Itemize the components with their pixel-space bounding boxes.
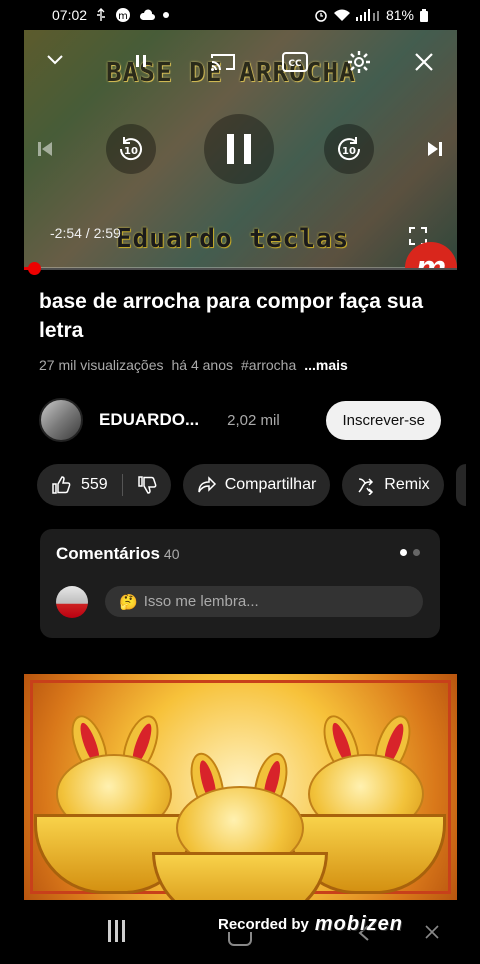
autoplay-toggle[interactable] <box>128 50 154 72</box>
close-icon <box>415 53 433 71</box>
play-pause-button[interactable] <box>204 114 274 184</box>
replay-10-icon: 10 <box>119 137 142 161</box>
ad-banner[interactable] <box>24 674 457 900</box>
alarm-icon <box>314 8 328 22</box>
time-readout: -2:54 / 2:59 <box>50 225 121 241</box>
svg-text:CC: CC <box>288 59 302 69</box>
wifi-icon <box>333 9 350 22</box>
pause-small-icon <box>136 55 146 67</box>
subscribe-button[interactable]: Inscrever-se <box>326 400 441 440</box>
closed-captions-icon: CC <box>282 52 308 72</box>
svg-text:m: m <box>118 11 128 22</box>
thumbs-down-icon <box>137 476 157 494</box>
notification-dot-icon <box>163 12 170 18</box>
action-bar: 559 Compartilhar Remix <box>37 464 466 506</box>
chevron-down-icon <box>47 55 63 65</box>
thinking-emoji-icon: 🤔 <box>119 593 138 611</box>
recording-watermark: Recorded by mobizen <box>218 913 403 936</box>
comments-pager <box>400 549 420 556</box>
share-label: Compartilhar <box>224 476 317 493</box>
hide-keyboard-button[interactable] <box>424 924 440 945</box>
mobizen-status-icon: m <box>115 7 131 23</box>
remix-label: Remix <box>384 476 430 493</box>
pause-icon <box>227 134 251 164</box>
svg-text:10: 10 <box>342 146 356 157</box>
battery-icon <box>420 8 428 22</box>
svg-text:10: 10 <box>124 146 138 157</box>
close-button[interactable] <box>410 50 438 74</box>
skip-next-icon <box>428 142 442 156</box>
user-avatar <box>56 586 88 618</box>
comments-title: Comentários <box>56 544 160 563</box>
channel-avatar[interactable] <box>39 398 83 442</box>
remix-icon <box>358 478 374 495</box>
chip-divider <box>121 474 123 496</box>
mobizen-logo: mobizen <box>314 913 403 935</box>
like-count: 559 <box>81 476 108 493</box>
status-time: 07:02 <box>52 7 88 23</box>
cast-icon <box>211 54 235 71</box>
usb-icon <box>95 8 107 22</box>
share-icon <box>197 476 216 493</box>
comments-count: 40 <box>163 546 180 562</box>
x-mark-icon <box>425 925 439 939</box>
captions-button[interactable]: CC <box>280 50 310 74</box>
share-button[interactable]: Compartilhar <box>182 464 331 506</box>
recorded-by-label: Recorded by <box>218 916 309 933</box>
cast-button[interactable] <box>208 50 238 74</box>
settings-button[interactable] <box>344 48 374 76</box>
comments-card[interactable]: Comentários 40 🤔 Isso me lembra... <box>40 529 440 638</box>
hashtag-link[interactable]: #arrocha <box>241 357 296 373</box>
status-bar: 07:02 m 81% <box>0 0 480 30</box>
pager-dot-active <box>400 549 407 556</box>
video-overlay-author: Eduardo teclas <box>116 224 350 254</box>
progress-bar[interactable] <box>24 267 457 270</box>
upload-age: há 4 anos <box>171 357 234 373</box>
video-player[interactable]: BASE DE ARROCHA Eduardo teclas CC 10 10 … <box>24 30 457 268</box>
forward-10-icon: 10 <box>338 137 361 161</box>
thumbs-up-icon <box>52 476 71 494</box>
progress-scrubber[interactable] <box>28 262 41 275</box>
rewind-10-button[interactable]: 10 <box>106 124 156 174</box>
like-button[interactable]: 559 <box>51 475 108 495</box>
view-count: 27 mil visualizações <box>39 357 164 373</box>
dislike-button[interactable] <box>137 475 157 495</box>
forward-10-button[interactable]: 10 <box>324 124 374 174</box>
remix-button[interactable]: Remix <box>342 464 444 506</box>
minimize-button[interactable] <box>42 50 68 70</box>
video-meta[interactable]: 27 mil visualizações há 4 anos #arrocha … <box>39 357 348 373</box>
comments-heading: Comentários 40 <box>56 544 180 564</box>
pager-dot <box>413 549 420 556</box>
channel-row[interactable]: EDUARDO... 2,02 mil Inscrever-se <box>39 398 441 442</box>
gear-icon <box>348 51 370 73</box>
cloud-icon <box>139 9 156 21</box>
more-actions-chip[interactable] <box>455 464 466 506</box>
subscriber-count: 2,02 mil <box>227 411 280 429</box>
mobizen-badge-letter: m <box>415 248 447 269</box>
previous-button[interactable] <box>30 134 60 164</box>
like-dislike-chip: 559 <box>37 464 171 506</box>
system-navigation-bar: Recorded by mobizen <box>0 900 480 964</box>
skip-previous-icon <box>38 142 52 156</box>
ad-bunny-center <box>152 749 328 900</box>
channel-name[interactable]: EDUARDO... <box>99 410 199 430</box>
comment-placeholder: Isso me lembra... <box>143 593 259 610</box>
recent-apps-button[interactable] <box>108 920 132 942</box>
battery-percent: 81% <box>385 7 414 23</box>
next-button[interactable] <box>420 134 450 164</box>
video-title[interactable]: base de arrocha para compor faça sua let… <box>39 287 449 345</box>
signal-icon <box>355 9 380 21</box>
comment-input[interactable]: 🤔 Isso me lembra... <box>105 586 423 617</box>
more-description-link[interactable]: ...mais <box>304 357 348 373</box>
